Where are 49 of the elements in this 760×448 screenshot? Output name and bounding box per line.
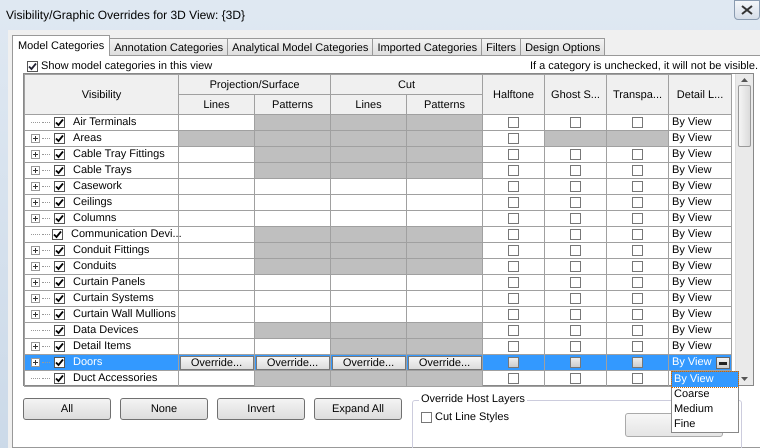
- detail-level-value: By View: [672, 132, 712, 145]
- detail-level-value: By View: [672, 308, 712, 321]
- group-title: Override Host Layers: [419, 393, 527, 405]
- column-header: Patterns: [254, 94, 331, 114]
- column-header: Transpa...: [606, 74, 669, 114]
- detail-level-value: By View: [672, 196, 712, 209]
- column-header: Patterns: [406, 94, 483, 114]
- column-header: Lines: [330, 94, 407, 114]
- detail-level-value: By View: [672, 356, 712, 369]
- checkbox-label: Show model categories in this view: [41, 60, 212, 72]
- category-name: Conduit Fittings: [73, 244, 150, 257]
- hint-text: If a category is unchecked, it will not be visible.: [530, 60, 758, 72]
- category-name: Detail Items: [73, 340, 132, 353]
- category-name: Columns: [73, 212, 116, 225]
- detail-level-value: By View: [672, 276, 712, 289]
- category-name: Duct Accessories: [73, 372, 158, 385]
- category-name: Curtain Systems: [73, 292, 154, 305]
- category-name: Cable Trays: [73, 164, 132, 177]
- category-name: Doors: [73, 356, 102, 369]
- detail-level-value: By View: [672, 292, 712, 305]
- category-name: Areas: [73, 132, 102, 145]
- category-name: Ceilings: [73, 196, 112, 209]
- category-name: Communication Devi...: [71, 228, 182, 241]
- detail-level-value: By View: [672, 324, 712, 337]
- detail-level-value: By View: [672, 340, 712, 353]
- window-title: Visibility/Graphic Overrides for 3D View: {3D}: [6, 8, 245, 22]
- detail-level-value: By View: [672, 244, 712, 257]
- column-header: Halftone: [482, 74, 545, 114]
- column-header: Ghost S...: [544, 74, 607, 114]
- category-name: Data Devices: [73, 324, 138, 337]
- detail-level-value: By View: [672, 148, 712, 161]
- detail-level-value: By View: [672, 164, 712, 177]
- detail-level-value: By View: [672, 116, 712, 129]
- category-name: Casework: [73, 180, 122, 193]
- column-header: Detail L...: [668, 74, 732, 114]
- column-group-header: Cut: [330, 74, 483, 94]
- category-name: Air Terminals: [73, 116, 136, 129]
- column-header: Lines: [178, 94, 254, 114]
- detail-level-value: By View: [672, 260, 712, 273]
- checkbox-label: Cut Line Styles: [435, 411, 509, 423]
- category-name: Conduits: [73, 260, 116, 273]
- detail-level-value: By View: [672, 228, 712, 241]
- category-name: Cable Tray Fittings: [73, 148, 165, 161]
- column-group-header: Projection/Surface: [178, 74, 331, 94]
- detail-level-value: By View: [672, 212, 712, 225]
- category-name: Curtain Panels: [73, 276, 146, 289]
- detail-level-value: By View: [672, 180, 712, 193]
- category-name: Curtain Wall Mullions: [73, 308, 176, 321]
- column-header: Visibility: [24, 74, 178, 114]
